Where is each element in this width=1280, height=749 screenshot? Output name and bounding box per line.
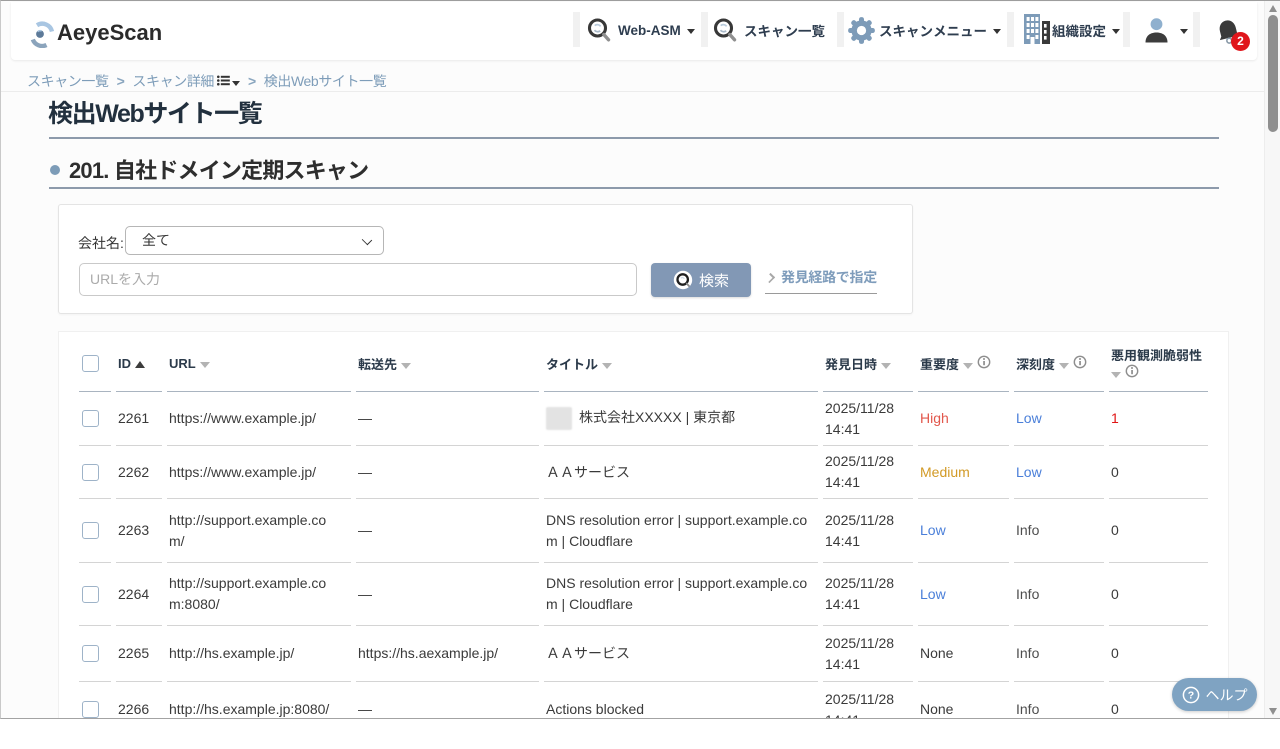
svg-text:?: ? <box>1187 689 1193 701</box>
